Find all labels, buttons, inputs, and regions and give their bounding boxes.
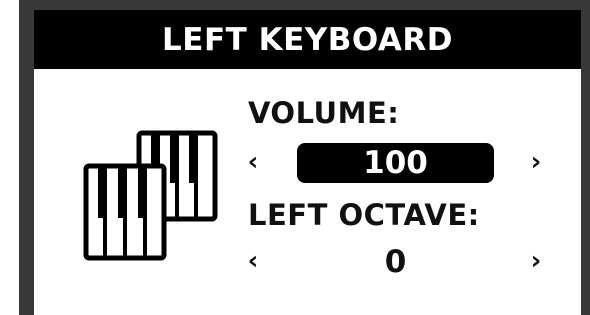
screen: LEFT KEYBOARD VOLUME: ‹ 100 › LEFT OCTAV… bbox=[0, 0, 590, 315]
left-octave-value[interactable]: 0 bbox=[297, 242, 494, 282]
left-octave-label: LEFT OCTAVE: bbox=[248, 198, 480, 232]
page-title-text: LEFT KEYBOARD bbox=[162, 21, 453, 58]
left-octave-decrease-button[interactable]: ‹ bbox=[238, 246, 268, 276]
volume-value-text: 100 bbox=[363, 145, 428, 181]
device-frame: LEFT KEYBOARD VOLUME: ‹ 100 › LEFT OCTAV… bbox=[19, 0, 590, 315]
volume-decrease-button[interactable]: ‹ bbox=[238, 147, 268, 177]
chevron-left-icon: ‹ bbox=[247, 147, 259, 177]
page-title: LEFT KEYBOARD bbox=[34, 10, 581, 69]
left-octave-value-text: 0 bbox=[384, 244, 407, 280]
chevron-left-icon: ‹ bbox=[247, 246, 259, 276]
volume-value[interactable]: 100 bbox=[297, 143, 494, 183]
left-octave-increase-button[interactable]: › bbox=[521, 246, 551, 276]
volume-label: VOLUME: bbox=[248, 96, 400, 130]
piano-keys-icon bbox=[83, 130, 218, 261]
chevron-right-icon: › bbox=[530, 147, 542, 177]
chevron-right-icon: › bbox=[530, 246, 542, 276]
volume-increase-button[interactable]: › bbox=[521, 147, 551, 177]
